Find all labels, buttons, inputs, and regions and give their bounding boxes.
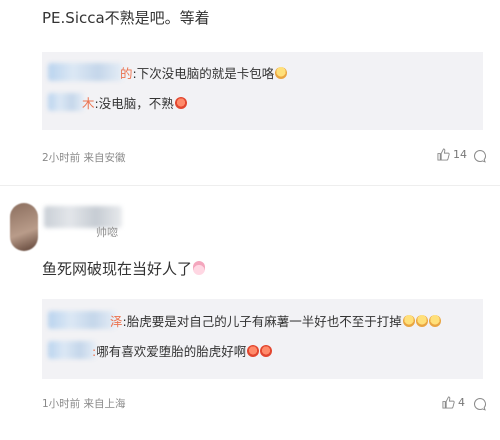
like-count: 4 [458,396,465,409]
thumbs-up-icon [442,396,455,409]
angry-emoji-icon [247,345,260,357]
reply-box[interactable]: 泽:胎虎要是对自己的儿子有麻薯一半好也不至于打掉 :哪有喜欢爱堕胎的胎虎好啊 [42,299,483,379]
comment-text-content: 鱼死网破现在当好人了 [42,260,193,278]
crying-laugh-emoji-icon [415,315,428,327]
comment-text: 鱼死网破现在当好人了 [42,258,206,279]
comment-meta: 1小时前 来自上海 [42,398,126,410]
reply-author-tail[interactable]: 泽 [110,314,123,329]
reply-author-blurred[interactable] [48,341,96,359]
reply-item: 泽:胎虎要是对自己的儿子有麻薯一半好也不至于打掉 [110,311,441,330]
crying-laugh-emoji-icon [428,315,441,327]
bunny-emoji-icon [193,261,206,275]
comment-bubble-icon[interactable] [473,397,487,411]
reply-author-blurred[interactable] [48,311,116,329]
crying-laugh-emoji-icon [402,315,415,327]
comment-item: 鱼死网破现在当好人了 泽:胎虎要是对自己的儿子有麻薯一半好也不至于打掉 :哪有喜… [0,0,500,440]
angry-emoji-icon [260,345,273,357]
reply-text: 哪有喜欢爱堕胎的胎虎好啊 [96,344,247,359]
like-button[interactable]: 4 [442,396,465,409]
reply-item: :哪有喜欢爱堕胎的胎虎好啊 [92,341,273,360]
reply-text: :胎虎要是对自己的儿子有麻薯一半好也不至于打掉 [122,314,402,329]
